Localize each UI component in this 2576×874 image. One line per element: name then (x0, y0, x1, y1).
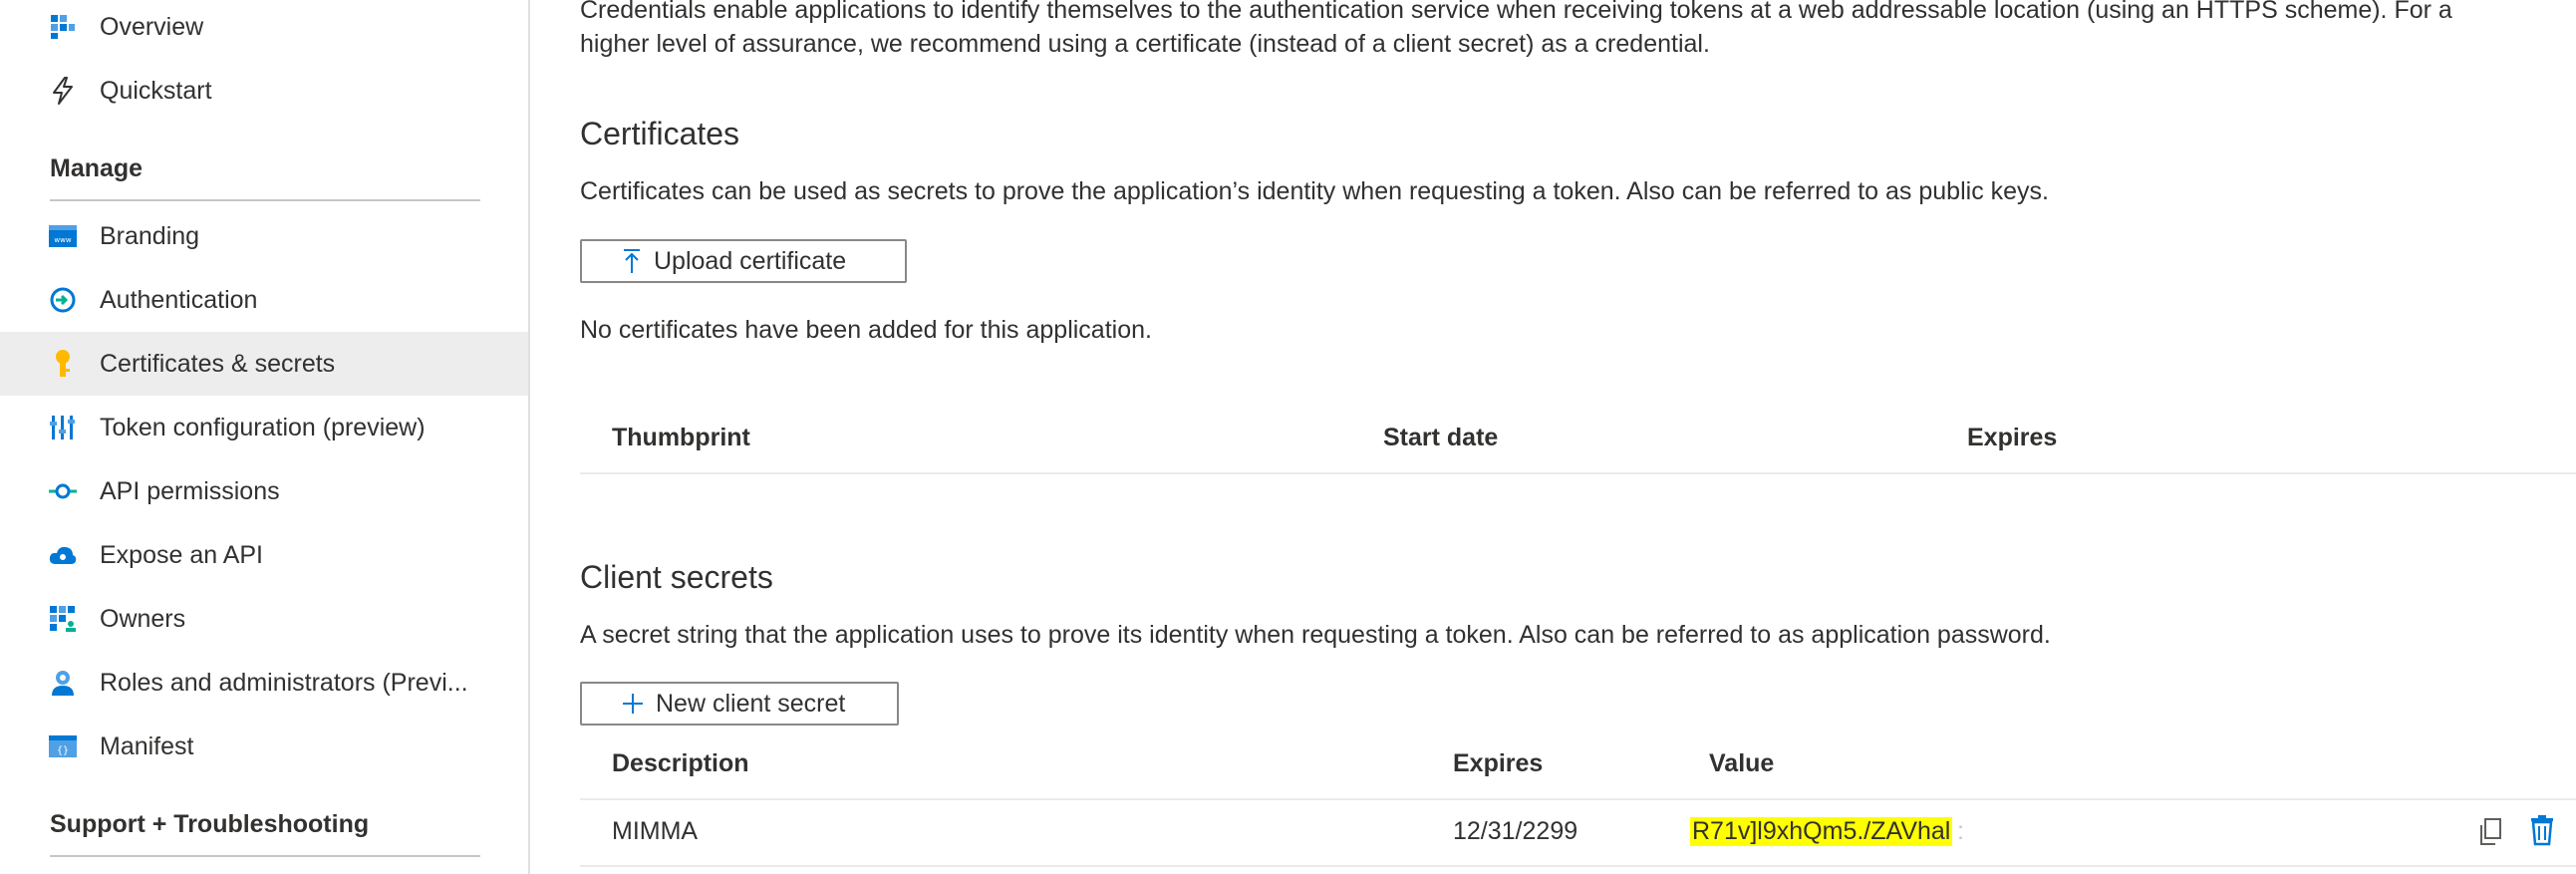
certificates-empty-message: No certificates have been added for this… (580, 316, 1152, 344)
main-content: Credentials enable applications to ident… (530, 0, 2576, 874)
roles-icon (48, 668, 78, 698)
column-header-expires[interactable]: Expires (1967, 424, 2057, 452)
sidebar-item-manifest[interactable]: {} Manifest (0, 715, 528, 778)
upload-certificate-label: Upload certificate (654, 246, 847, 275)
column-header-value[interactable]: Value (1709, 749, 1774, 778)
overview-icon (48, 12, 78, 42)
intro-text-line2: higher level of assurance, we recommend … (580, 30, 1710, 58)
table-header-divider (580, 472, 2576, 474)
column-header-expires[interactable]: Expires (1453, 749, 1543, 778)
client-secrets-description: A secret string that the application use… (580, 621, 2051, 649)
sidebar-item-label: Branding (100, 221, 200, 250)
secret-expires: 12/31/2299 (1453, 817, 1578, 845)
sidebar-item-label: Token configuration (preview) (100, 413, 426, 441)
section-heading-support: Support + Troubleshooting (50, 810, 370, 838)
api-permissions-icon (48, 476, 78, 506)
sidebar-item-quickstart[interactable]: Quickstart (0, 59, 528, 123)
table-row-divider (580, 865, 2576, 867)
sidebar-item-token-configuration[interactable]: Token configuration (preview) (0, 396, 528, 459)
divider (50, 199, 480, 201)
authentication-icon (48, 285, 78, 315)
copy-icon[interactable] (2473, 815, 2507, 849)
svg-text:www: www (54, 236, 71, 244)
quickstart-icon (48, 76, 78, 106)
secret-description: MIMMA (612, 817, 699, 845)
section-heading-manage: Manage (50, 154, 143, 182)
column-header-thumbprint[interactable]: Thumbprint (612, 424, 750, 452)
svg-text:{}: {} (57, 745, 69, 756)
column-header-start-date[interactable]: Start date (1383, 424, 1498, 452)
sidebar-item-owners[interactable]: Owners (0, 587, 528, 651)
sidebar-item-label: Expose an API (100, 540, 264, 569)
sidebar-item-authentication[interactable]: Authentication (0, 268, 528, 332)
secret-value[interactable]: R71v]l9xhQm5./ZAVhal (1690, 817, 1953, 846)
new-client-secret-label: New client secret (656, 689, 846, 718)
sidebar-item-roles-administrators[interactable]: Roles and administrators (Previ... (0, 651, 528, 715)
expose-api-icon (48, 540, 78, 570)
client-secrets-heading: Client secrets (580, 559, 773, 595)
intro-text-line1: Credentials enable applications to ident… (580, 0, 2452, 24)
sidebar-item-label: Roles and administrators (Previ... (100, 668, 468, 697)
divider (50, 855, 480, 857)
sidebar-item-expose-api[interactable]: Expose an API (0, 523, 528, 587)
certificates-heading: Certificates (580, 116, 740, 151)
key-icon (48, 349, 78, 379)
sidebar-item-overview[interactable]: Overview (0, 0, 528, 59)
branding-icon: www (48, 221, 78, 251)
plus-icon (622, 693, 644, 715)
column-header-description[interactable]: Description (612, 749, 749, 778)
sidebar-item-certificates-secrets[interactable]: Certificates & secrets (0, 332, 528, 396)
new-client-secret-button[interactable]: New client secret (580, 682, 899, 726)
sidebar-item-label: Authentication (100, 285, 258, 314)
upload-certificate-button[interactable]: Upload certificate (580, 239, 907, 283)
certificates-description: Certificates can be used as secrets to p… (580, 177, 2049, 205)
sidebar-item-api-permissions[interactable]: API permissions (0, 459, 528, 523)
sidebar-item-branding[interactable]: www Branding (0, 204, 528, 268)
sidebar-item-label: Certificates & secrets (100, 349, 336, 378)
upload-icon (622, 248, 642, 274)
manifest-icon: {} (48, 731, 78, 761)
sidebar-item-label: API permissions (100, 476, 280, 505)
delete-icon[interactable] (2525, 813, 2559, 847)
table-header-divider (580, 798, 2576, 800)
sidebar-item-label: Manifest (100, 731, 194, 760)
sidebar-item-label: Owners (100, 604, 186, 633)
owners-icon (48, 604, 78, 634)
token-config-icon (48, 413, 78, 442)
sidebar-item-label: Quickstart (100, 76, 212, 105)
sidebar-item-label: Overview (100, 12, 204, 41)
secret-value-truncated: : (1957, 817, 1964, 845)
sidebar: Overview Quickstart Manage www Branding … (0, 0, 530, 874)
